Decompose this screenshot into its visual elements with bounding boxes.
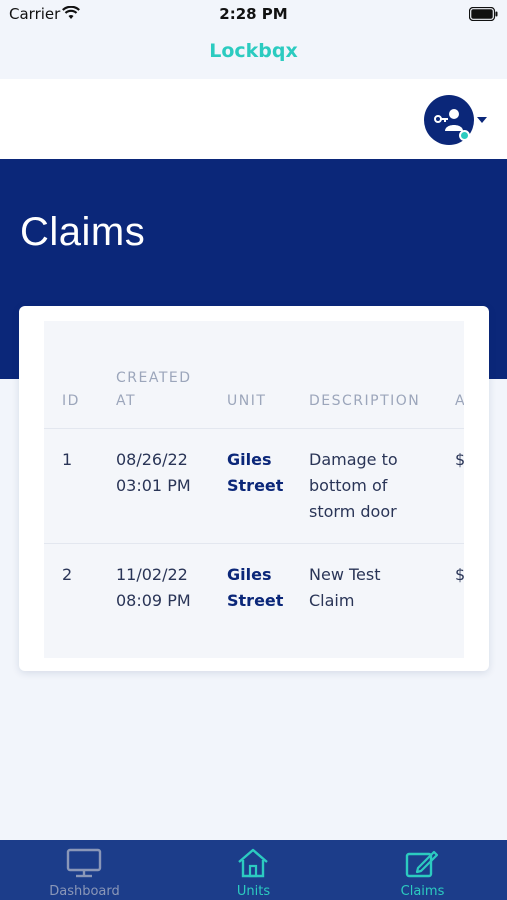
app-title: Lockbqx: [209, 40, 298, 62]
status-bar: Carrier 2:28 PM: [0, 0, 507, 30]
row-divider: [44, 543, 464, 544]
column-header-created-at[interactable]: CREATED AT: [116, 367, 196, 413]
claim-amount: $: [455, 565, 464, 584]
tab-dashboard-label: Dashboard: [49, 884, 120, 899]
claims-edit-icon: [405, 850, 439, 878]
tab-bar: Dashboard Units Claims: [0, 840, 507, 900]
claim-description: Claim: [309, 591, 355, 610]
tab-claims-label: Claims: [400, 884, 445, 899]
home-icon: [238, 848, 268, 878]
monitor-icon: [66, 848, 102, 878]
claim-created-date: 08/26/22: [116, 450, 188, 469]
claim-unit-link[interactable]: Street: [227, 473, 283, 499]
tab-claims[interactable]: Claims: [338, 840, 507, 900]
claim-id: 1: [62, 450, 73, 469]
claims-table[interactable]: ID CREATED AT UNIT DESCRIPTION A 1 08/26…: [44, 321, 464, 658]
status-time: 2:28 PM: [219, 5, 288, 23]
claim-unit-link[interactable]: Giles: [227, 562, 271, 588]
page-title: Claims: [20, 210, 146, 254]
column-header-amount[interactable]: A: [455, 390, 464, 413]
tab-dashboard[interactable]: Dashboard: [0, 840, 169, 900]
tab-units[interactable]: Units: [169, 840, 338, 900]
claim-description: bottom of: [309, 476, 388, 495]
chevron-down-icon[interactable]: [477, 117, 487, 123]
column-header-unit[interactable]: UNIT: [227, 390, 266, 413]
claim-description: storm door: [309, 502, 397, 521]
claim-created-time: 03:01 PM: [116, 476, 191, 495]
column-header-id[interactable]: ID: [62, 390, 80, 413]
claim-id: 2: [62, 565, 73, 584]
claim-created-time: 08:09 PM: [116, 591, 191, 610]
tab-units-label: Units: [236, 884, 271, 899]
claims-card: ID CREATED AT UNIT DESCRIPTION A 1 08/26…: [19, 306, 489, 671]
claim-unit-link[interactable]: Giles: [227, 447, 271, 473]
battery-icon: [469, 7, 498, 21]
claim-description: Damage to: [309, 450, 398, 469]
claim-created-date: 11/02/22: [116, 565, 188, 584]
row-divider: [44, 428, 464, 429]
claim-unit-link[interactable]: Street: [227, 588, 283, 614]
online-status-dot: [459, 130, 470, 141]
column-header-description[interactable]: DESCRIPTION: [309, 390, 420, 413]
claim-amount: $: [455, 450, 464, 469]
claim-description: New Test: [309, 565, 381, 584]
